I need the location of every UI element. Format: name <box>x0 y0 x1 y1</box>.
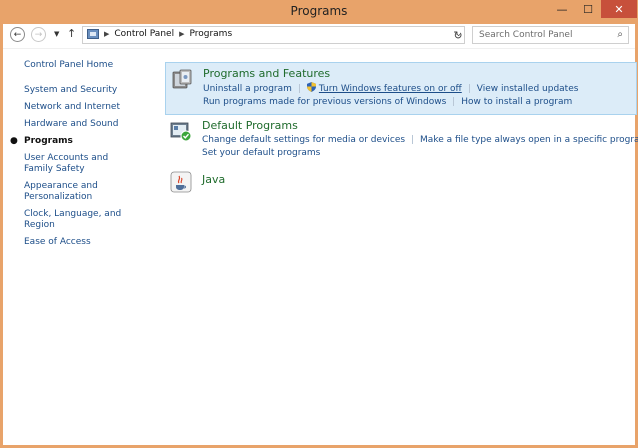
link-divider <box>453 97 455 106</box>
maximize-button[interactable]: ☐ <box>575 0 601 18</box>
link-divider <box>468 84 470 93</box>
breadcrumb-separator-icon[interactable]: ▶ <box>104 30 109 38</box>
chevron-down-icon: ▼ <box>54 30 60 38</box>
address-bar[interactable]: ▶ Control Panel ▶ Programs ⌄ <box>82 26 465 44</box>
programs-features-icon[interactable] <box>171 68 193 90</box>
nav-clock-language[interactable]: Clock, Language, and Region <box>24 209 154 231</box>
programs-features-title[interactable]: Programs and Features <box>203 67 636 80</box>
section-default-programs: Default Programs Change default settings… <box>165 115 638 165</box>
refresh-button[interactable]: ↻ <box>450 27 466 43</box>
search-input[interactable] <box>473 27 609 43</box>
breadcrumb-separator-icon[interactable]: ▶ <box>179 30 184 38</box>
programs-features-links-row2: Run programs made for previous versions … <box>203 96 636 109</box>
address-toolbar: ← → ▼ ↑ ▶ Control Panel ▶ Programs ⌄ ↻ ⌕ <box>3 24 635 49</box>
nav-programs: ● Programs <box>10 136 154 147</box>
window: Programs — ☐ ✕ ← → ▼ ↑ ▶ Control Panel ▶… <box>0 0 638 448</box>
section-java: Java <box>165 165 635 193</box>
arrow-left-icon: ← <box>13 29 22 40</box>
link-divider <box>412 135 414 144</box>
nav-user-accounts[interactable]: User Accounts and Family Safety <box>24 153 134 175</box>
default-programs-links-row2: Set your default programs <box>202 147 635 160</box>
section-programs-features: Programs and Features Uninstall a progra… <box>165 62 637 115</box>
nav-appearance[interactable]: Appearance and Personalization <box>24 181 104 203</box>
nav-control-panel-home[interactable]: Control Panel Home <box>24 60 154 71</box>
close-button[interactable]: ✕ <box>601 0 637 18</box>
view-installed-updates-link[interactable]: View installed updates <box>477 84 579 94</box>
main-content: Programs and Features Uninstall a progra… <box>165 62 638 193</box>
nav-hardware-sound[interactable]: Hardware and Sound <box>24 119 154 130</box>
back-button[interactable]: ← <box>10 27 25 42</box>
minimize-button[interactable]: — <box>549 0 575 18</box>
client-area: ← → ▼ ↑ ▶ Control Panel ▶ Programs ⌄ ↻ ⌕ <box>3 24 638 445</box>
how-to-install-link[interactable]: How to install a program <box>461 97 572 107</box>
programs-features-links-row1: Uninstall a program Turn Windows features… <box>203 82 636 96</box>
uninstall-program-link[interactable]: Uninstall a program <box>203 84 292 94</box>
nav-network-internet[interactable]: Network and Internet <box>24 102 154 113</box>
set-default-programs-link[interactable]: Set your default programs <box>202 148 320 158</box>
nav-ease-of-access[interactable]: Ease of Access <box>24 237 154 248</box>
file-type-association-link[interactable]: Make a file type always open in a specif… <box>420 135 638 145</box>
window-controls: — ☐ ✕ <box>549 0 637 18</box>
run-old-programs-link[interactable]: Run programs made for previous versions … <box>203 97 446 107</box>
window-title: Programs <box>290 4 348 18</box>
forward-button[interactable]: → <box>31 27 46 42</box>
windows-features-link[interactable]: Turn Windows features on or off <box>319 84 462 94</box>
uac-shield-icon <box>306 82 316 92</box>
nav-system-security[interactable]: System and Security <box>24 85 154 96</box>
search-box: ⌕ <box>472 26 629 44</box>
default-programs-icon[interactable] <box>170 120 192 142</box>
java-icon[interactable] <box>170 171 192 193</box>
arrow-right-icon: → <box>34 29 43 40</box>
up-button[interactable]: ↑ <box>67 27 76 40</box>
default-programs-title[interactable]: Default Programs <box>202 119 635 132</box>
control-panel-icon <box>87 29 99 39</box>
default-media-settings-link[interactable]: Change default settings for media or dev… <box>202 135 405 145</box>
arrow-up-icon: ↑ <box>67 27 77 40</box>
nav-programs-label: Programs <box>24 136 73 146</box>
refresh-icon: ↻ <box>453 28 463 42</box>
search-icon[interactable]: ⌕ <box>617 29 623 40</box>
recent-locations-button[interactable]: ▼ <box>54 30 59 38</box>
breadcrumb-programs[interactable]: Programs <box>189 29 232 39</box>
breadcrumb: ▶ Control Panel ▶ Programs <box>87 29 232 39</box>
title-bar[interactable]: Programs — ☐ ✕ <box>0 0 638 24</box>
breadcrumb-control-panel[interactable]: Control Panel <box>114 29 174 39</box>
left-navigation: Control Panel Home System and Security N… <box>10 60 154 254</box>
default-programs-links-row1: Change default settings for media or dev… <box>202 134 638 147</box>
java-title[interactable]: Java <box>202 173 635 186</box>
link-divider <box>298 84 300 93</box>
current-page-bullet-icon: ● <box>10 136 18 146</box>
